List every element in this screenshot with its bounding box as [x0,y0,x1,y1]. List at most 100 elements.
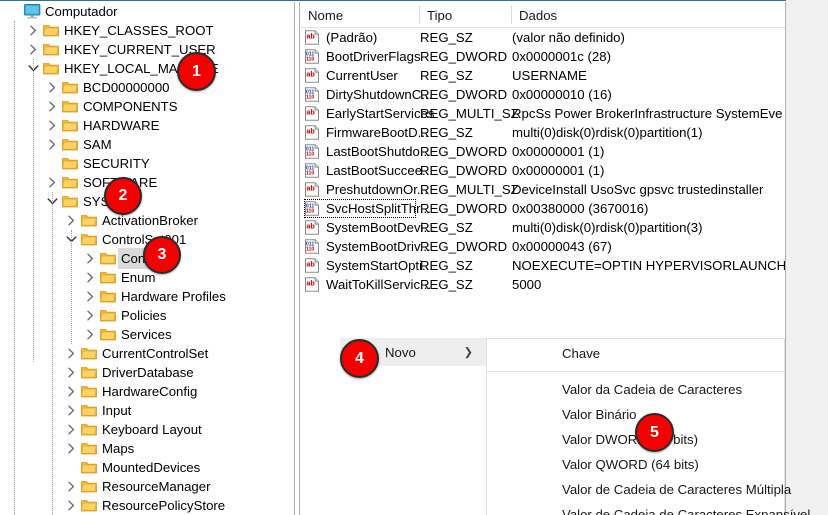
list-rows-container: ab (Padrão) REG_SZ (valor não definido) 011 1… [301,28,785,294]
tree-item-security[interactable]: SECURITY [0,154,292,173]
table-row[interactable]: ab SystemStartOpti... REG_SZ NOEXECUTE=OPT… [301,256,785,275]
table-row[interactable]: 011 110 LastBootSuccee... REG_DWORD 0x000000… [301,161,785,180]
folder-icon [79,230,99,249]
tree-item-label: COMPONENTS [83,99,178,114]
column-header-nome[interactable]: Nome [301,2,420,28]
chevron-right-icon[interactable] [82,287,98,306]
table-row[interactable]: 011 110 SystemBootDriv... REG_DWORD 0x000000… [301,237,785,256]
context-menu-item-valor-de-cadeia-de-caracteres-m-ltipla[interactable]: Valor de Cadeia de Caracteres Múltipla [487,477,791,502]
tree-item-hardware[interactable]: HARDWARE [0,116,292,135]
column-header-dados[interactable]: Dados [512,2,785,28]
table-row[interactable]: ab FirmwareBootD... REG_SZ multi(0)disk(0)r… [301,123,785,142]
chevron-right-icon[interactable] [63,211,79,230]
cell-dados: 0x0000001c (28) [512,49,611,64]
tree-item-label: Keyboard Layout [102,422,202,437]
chevron-right-icon[interactable] [44,78,60,97]
chevron-right-icon[interactable] [44,135,60,154]
chevron-right-icon[interactable] [63,420,79,439]
tree-item-policies[interactable]: Policies [0,306,292,325]
badge-label: 4 [355,349,364,367]
context-menu-separator [487,371,784,372]
tree-item-software[interactable]: SOFTWARE [0,173,292,192]
chevron-right-icon[interactable] [63,344,79,363]
tree-item-input[interactable]: Input [0,401,292,420]
tree-item-system[interactable]: SYSTEM [0,192,292,211]
tree-item-maps[interactable]: Maps [0,439,292,458]
table-row[interactable]: ab SystemBootDevi... REG_SZ multi(0)disk(0)… [301,218,785,237]
table-row[interactable]: 011 110 LastBootShutdo... REG_DWORD 0x000000… [301,142,785,161]
table-row[interactable]: ab WaitToKillServic... REG_SZ 5000 [301,275,785,294]
svg-text:ab: ab [306,260,315,269]
cell-dados: (valor não definido) [512,30,625,45]
tree-item-hkey-classes-root[interactable]: HKEY_CLASSES_ROOT [0,21,292,40]
table-row[interactable]: 011 110 BootDriverFlags REG_DWORD 0x0000001c… [301,47,785,66]
tree-item-hkey-current-user[interactable]: HKEY_CURRENT_USER [0,40,292,59]
value-name-text: SystemStartOpti... [326,258,433,273]
context-menu-item-chave[interactable]: Chave [487,339,784,368]
tree-item-hardwareconfig[interactable]: HardwareConfig [0,382,292,401]
cell-dados: RpcSs Power BrokerInfrastructure SystemE… [512,106,783,121]
tree-item-hkey-local-machine[interactable]: HKEY_LOCAL_MACHINE [0,59,292,78]
tree-item-currentcontrolset[interactable]: CurrentControlSet [0,344,292,363]
reg-string-icon: ab [304,125,323,140]
context-menu-item-valor-qword-64-bits[interactable]: Valor QWORD (64 bits) [487,452,784,477]
value-name-text: SystemBootDriv... [326,239,431,254]
chevron-right-icon[interactable] [44,173,60,192]
tree-item-computador[interactable]: Computador [0,2,292,21]
tree-item-resourcemanager[interactable]: ResourceManager [0,477,292,496]
table-row[interactable]: 011 110 SvcHostSplitThr... REG_DWORD 0x00380… [301,199,785,218]
tree-item-resourcepolicystore[interactable]: ResourcePolicyStore [0,496,292,515]
chevron-right-icon[interactable] [82,249,98,268]
reg-binary-icon: 011 110 [304,201,323,216]
context-menu-item-valor-da-cadeia-de-caracteres[interactable]: Valor da Cadeia de Caracteres [487,377,784,402]
column-header-tipo[interactable]: Tipo [420,2,512,28]
cell-dados: 0x00000043 (67) [512,239,612,254]
table-row[interactable]: ab (Padrão) REG_SZ (valor não definido) [301,28,785,47]
svg-text:110: 110 [306,94,314,100]
tree-item-bcd00000000[interactable]: BCD00000000 [0,78,292,97]
value-name-text: FirmwareBootD... [326,125,429,140]
tree-item-keyboard-layout[interactable]: Keyboard Layout [0,420,292,439]
context-menu-item-label: Valor DWORD (32 bits) [562,432,699,447]
table-row[interactable]: 011 110 DirtyShutdownC... REG_DWORD 0x000000… [301,85,785,104]
cell-dados: NOEXECUTE=OPTIN HYPERVISORLAUNCHT [512,258,785,273]
chevron-right-icon[interactable] [63,382,79,401]
folder-icon [41,21,61,40]
value-name-text: LastBootShutdo... [326,144,431,159]
tree-item-label: HARDWARE [83,118,160,133]
cell-tipo: REG_DWORD [420,87,508,102]
chevron-right-icon[interactable] [63,363,79,382]
tree-guide-line [71,230,72,344]
chevron-right-icon[interactable] [63,439,79,458]
chevron-right-icon[interactable] [82,268,98,287]
chevron-right-icon[interactable] [25,40,41,59]
table-row[interactable]: ab PreshutdownOr... REG_MULTI_SZ DeviceInst… [301,180,785,199]
tree-item-sam[interactable]: SAM [0,135,292,154]
tree-item-enum[interactable]: Enum [0,268,292,287]
chevron-right-icon[interactable] [63,401,79,420]
cell-dados: 0x00000001 (1) [512,144,605,159]
reg-binary-icon: 011 110 [304,87,323,102]
chevron-right-icon[interactable] [82,325,98,344]
folder-icon [98,306,118,325]
tree-item-components[interactable]: COMPONENTS [0,97,292,116]
table-row[interactable]: ab CurrentUser REG_SZ USERNAME [301,66,785,85]
folder-icon [41,40,61,59]
tree-item-services[interactable]: Services [0,325,292,344]
chevron-right-icon[interactable] [63,477,79,496]
chevron-right-icon[interactable] [63,496,79,515]
context-menu-item-valor-bin-rio[interactable]: Valor Binário [487,402,784,427]
chevron-right-icon: ❯ [463,346,473,359]
table-row[interactable]: ab EarlyStartServices REG_MULTI_SZ RpcSs Po… [301,104,785,123]
chevron-right-icon[interactable] [82,306,98,325]
chevron-right-icon[interactable] [25,21,41,40]
tree-item-label: ResourceManager [102,479,211,494]
value-name-text: BootDriverFlags [326,49,421,64]
tree-item-mounteddevices[interactable]: MountedDevices [0,458,292,477]
context-menu-item-valor-de-cadeia-de-caracteres-expans-vel[interactable]: Valor de Cadeia de Caracteres Expansível [487,502,810,515]
chevron-right-icon[interactable] [44,116,60,135]
tree-item-driverdatabase[interactable]: DriverDatabase [0,363,292,382]
tree-item-hardware-profiles[interactable]: Hardware Profiles [0,287,292,306]
chevron-right-icon[interactable] [44,97,60,116]
tree-item-activationbroker[interactable]: ActivationBroker [0,211,292,230]
